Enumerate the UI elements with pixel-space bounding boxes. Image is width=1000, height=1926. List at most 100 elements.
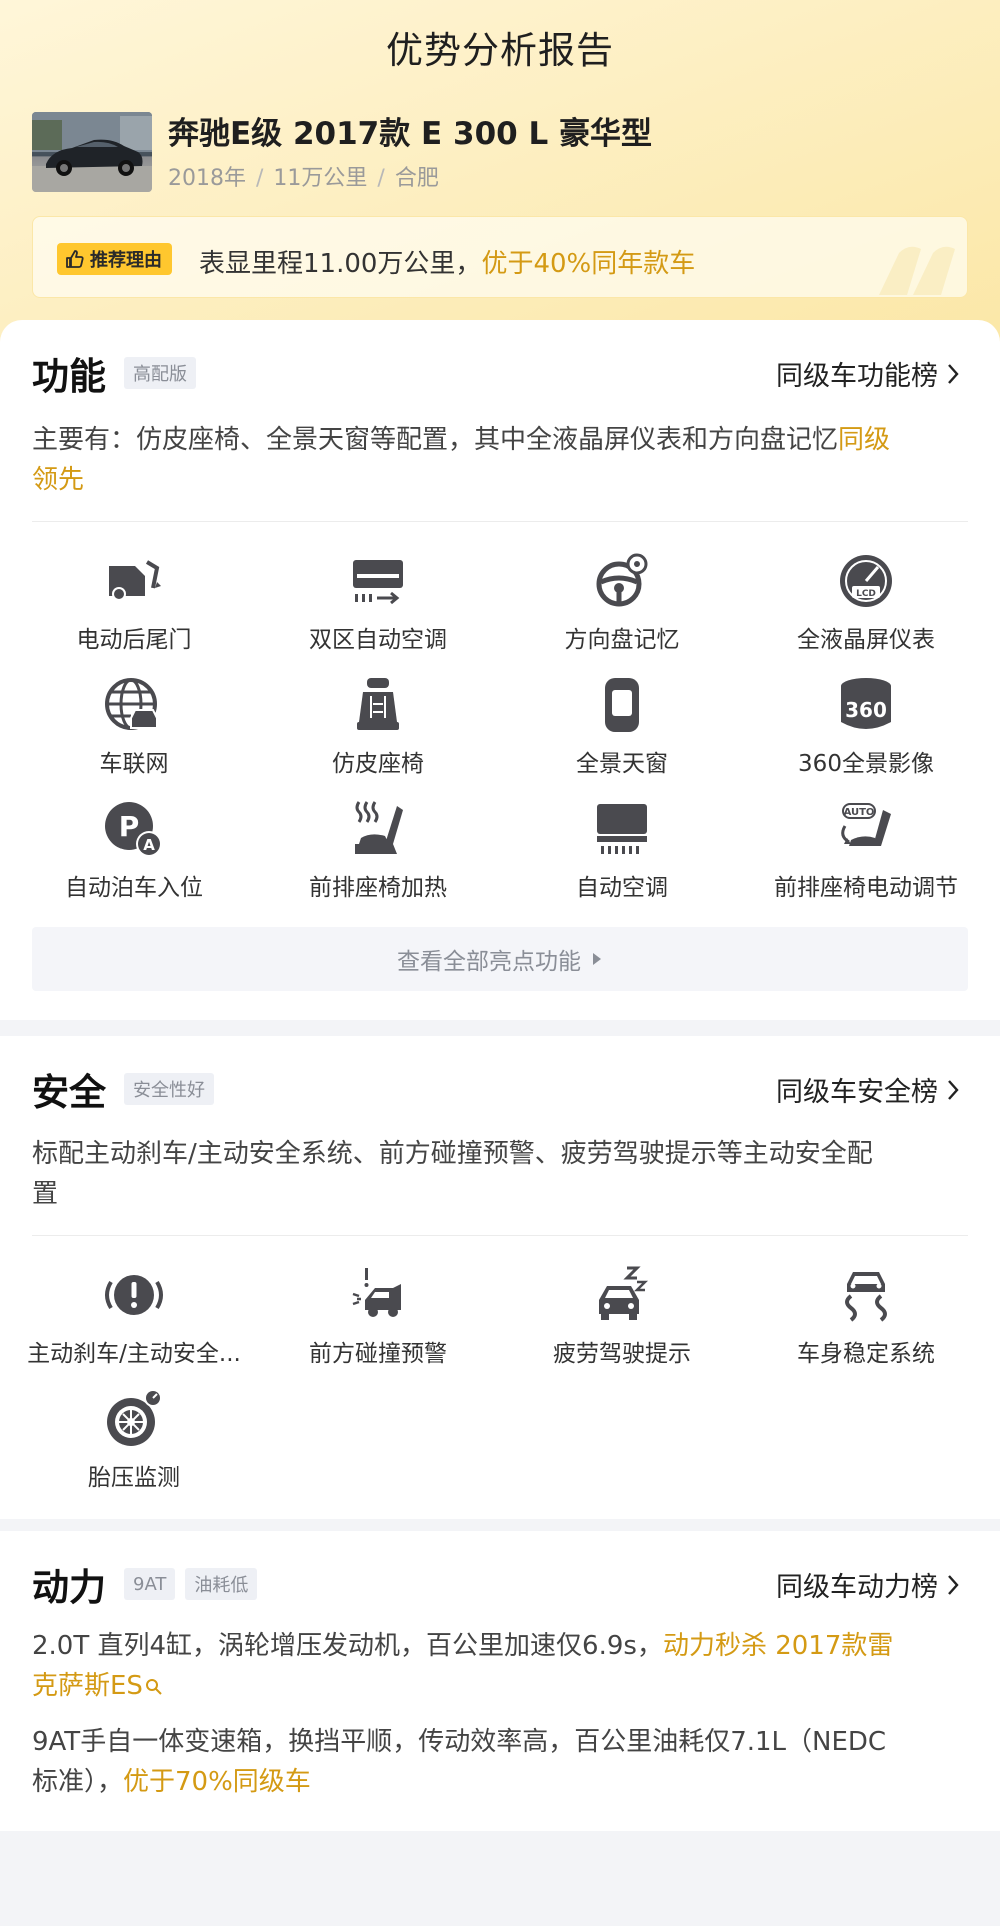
safety-rank-link[interactable]: 同级车安全榜 bbox=[776, 1070, 960, 1109]
feature-item[interactable]: 胎压监测 bbox=[12, 1388, 256, 1492]
feature-label: 疲劳驾驶提示 bbox=[553, 1341, 691, 1367]
power-compare-model[interactable]: 克萨斯ES bbox=[32, 1671, 143, 1701]
power-tailgate-icon bbox=[109, 560, 161, 601]
safety-desc-line1: 标配主动刹车/主动安全系统、前方碰撞预警、疲劳驾驶提示等主动安全配 bbox=[32, 1139, 873, 1169]
feature-item[interactable]: 360 360全景影像 bbox=[744, 674, 988, 778]
feature-label: 车联网 bbox=[99, 751, 169, 777]
feature-label: 自动泊车入位 bbox=[65, 875, 203, 901]
feature-item[interactable]: 前排座椅加热 bbox=[256, 798, 500, 902]
safety-header: 安全 安全性好 bbox=[32, 1062, 214, 1116]
power-rank-link[interactable]: 同级车动力榜 bbox=[776, 1565, 960, 1604]
function-description: 主要有：仿皮座椅、全景天窗等配置，其中全液晶屏仪表和方向盘记忆同级 领先 bbox=[32, 420, 968, 500]
feature-item[interactable]: 方向盘记忆 bbox=[500, 550, 744, 654]
feature-item[interactable]: LCD 全液晶屏仪表 bbox=[744, 550, 988, 654]
recommend-text-main: 表显里程11.00万公里， bbox=[199, 249, 482, 279]
safety-rank-label: 同级车安全榜 bbox=[776, 1077, 938, 1108]
feature-label: 主动刹车/主动安全... bbox=[27, 1341, 241, 1367]
svg-text:360: 360 bbox=[845, 698, 887, 722]
feature-item[interactable]: 仿皮座椅 bbox=[256, 674, 500, 778]
feature-item[interactable]: 车身稳定系统 bbox=[744, 1264, 988, 1368]
chevron-right-icon bbox=[948, 1079, 959, 1100]
chevron-right-icon bbox=[948, 1574, 959, 1595]
power-tag-fuel: 油耗低 bbox=[185, 1568, 258, 1600]
car-meta: 2018年/11万公里 / 合肥 bbox=[168, 166, 439, 191]
feature-label: 360全景影像 bbox=[798, 751, 934, 777]
feature-label: 前方碰撞预警 bbox=[309, 1341, 447, 1367]
power-transmission-description: 9AT手自一体变速箱，换挡平顺，传动效率高，百公里油耗仅7.1L（NEDC 标准）… bbox=[32, 1722, 968, 1802]
stability-control-icon bbox=[845, 1272, 887, 1322]
power-fuel-highlight: 优于70%同级车 bbox=[123, 1767, 311, 1797]
feature-label: 双区自动空调 bbox=[309, 627, 447, 653]
function-divider bbox=[32, 521, 968, 522]
feature-item[interactable]: 电动后尾门 bbox=[12, 550, 256, 654]
feature-item[interactable]: P A 自动泊车入位 bbox=[12, 798, 256, 902]
power-engine-text: 2.0T 直列4缸，涡轮增压发动机，百公里加速仅6.9s， bbox=[32, 1631, 663, 1661]
feature-label: 胎压监测 bbox=[88, 1465, 180, 1491]
function-rank-link[interactable]: 同级车功能榜 bbox=[776, 354, 960, 393]
safety-section: 安全 安全性好 同级车安全榜 标配主动刹车/主动安全系统、前方碰撞预警、疲劳驾驶… bbox=[0, 1036, 1000, 1519]
feature-item[interactable]: 双区自动空调 bbox=[256, 550, 500, 654]
safety-divider bbox=[32, 1235, 968, 1236]
power-header: 动力 9AT 油耗低 bbox=[32, 1557, 258, 1611]
car-mileage: 11万公里 bbox=[273, 166, 368, 191]
search-icon[interactable] bbox=[145, 1678, 163, 1696]
caret-right-icon bbox=[593, 953, 601, 965]
recommend-badge-label: 推荐理由 bbox=[90, 250, 162, 271]
car-name: 奔驰E级 2017款 E 300 L 豪华型 bbox=[168, 116, 653, 152]
recommend-text-highlight: 优于40%同年款车 bbox=[481, 249, 696, 279]
feature-label: 前排座椅电动调节 bbox=[774, 875, 958, 901]
feature-label: 仿皮座椅 bbox=[332, 751, 424, 777]
feature-item[interactable]: 前方碰撞预警 bbox=[256, 1264, 500, 1368]
page-title: 优势分析报告 bbox=[386, 29, 614, 72]
feature-label: 全液晶屏仪表 bbox=[797, 627, 935, 653]
recommend-text: 表显里程11.00万公里，优于40%同年款车 bbox=[199, 243, 695, 280]
connected-car-icon bbox=[105, 678, 158, 730]
collision-warning-icon bbox=[352, 1268, 401, 1317]
power-standard-text: 标准）， bbox=[32, 1767, 124, 1797]
safety-desc-line2: 置 bbox=[32, 1179, 59, 1209]
leather-seat-icon bbox=[357, 678, 399, 730]
function-desc-highlight-2: 领先 bbox=[32, 465, 85, 495]
feature-item[interactable]: AUTO 前排座椅电动调节 bbox=[744, 798, 988, 902]
function-header: 功能 高配版 bbox=[32, 346, 196, 400]
feature-label: 车身稳定系统 bbox=[797, 1341, 935, 1367]
car-photo-icon bbox=[32, 112, 152, 192]
active-brake-icon bbox=[105, 1275, 163, 1315]
lcd-dashboard-icon: LCD bbox=[840, 555, 892, 607]
power-transmission-text: 9AT手自一体变速箱，换挡平顺，传动效率高，百公里油耗仅7.1L（NEDC bbox=[32, 1727, 887, 1757]
safety-title: 安全 bbox=[32, 1071, 106, 1114]
function-title: 功能 bbox=[32, 355, 106, 398]
safety-description: 标配主动刹车/主动安全系统、前方碰撞预警、疲劳驾驶提示等主动安全配置 bbox=[32, 1134, 968, 1214]
power-rank-label: 同级车动力榜 bbox=[776, 1572, 938, 1603]
power-seat-icon: AUTO bbox=[841, 803, 891, 846]
recommend-badge: 推荐理由 bbox=[57, 243, 172, 275]
panoramic-sunroof-icon bbox=[605, 678, 639, 732]
seat-heating-icon bbox=[355, 801, 403, 854]
feature-item[interactable]: 自动空调 bbox=[500, 798, 744, 902]
power-section: 动力 9AT 油耗低 同级车动力榜 2.0T 直列4缸，涡轮增压发动机，百公里加… bbox=[0, 1531, 1000, 1831]
360-camera-icon: 360 bbox=[841, 678, 891, 729]
dual-zone-ac-icon bbox=[353, 560, 403, 605]
feature-item[interactable]: 主动刹车/主动安全... bbox=[12, 1264, 256, 1368]
power-compare-link[interactable]: 动力秒杀 2017款雷 bbox=[663, 1631, 893, 1661]
thumbs-up-icon bbox=[66, 250, 84, 268]
feature-item[interactable]: 全景天窗 bbox=[500, 674, 744, 778]
feature-label: 全景天窗 bbox=[576, 751, 668, 777]
feature-item[interactable]: 疲劳驾驶提示 bbox=[500, 1264, 744, 1368]
view-all-label: 查看全部亮点功能 bbox=[397, 949, 581, 975]
view-all-features-button[interactable]: 查看全部亮点功能 bbox=[32, 927, 968, 991]
svg-text:A: A bbox=[143, 836, 155, 854]
feature-label: 方向盘记忆 bbox=[564, 627, 680, 653]
function-tag: 高配版 bbox=[124, 357, 196, 389]
feature-item[interactable]: 车联网 bbox=[12, 674, 256, 778]
steering-memory-icon bbox=[596, 553, 648, 607]
function-section: 功能 高配版 同级车功能榜 主要有：仿皮座椅、全景天窗等配置，其中全液晶屏仪表和… bbox=[0, 320, 1000, 1020]
chevron-right-icon bbox=[948, 363, 959, 384]
car-thumbnail[interactable] bbox=[32, 112, 152, 192]
function-desc-text: 主要有：仿皮座椅、全景天窗等配置，其中全液晶屏仪表和方向盘记忆 bbox=[32, 425, 839, 455]
power-engine-description: 2.0T 直列4缸，涡轮增压发动机，百公里加速仅6.9s，动力秒杀 2017款雷… bbox=[32, 1626, 968, 1706]
power-tag-transmission: 9AT bbox=[124, 1568, 176, 1600]
feature-label: 自动空调 bbox=[576, 875, 668, 901]
recommend-reason-box: 推荐理由 表显里程11.00万公里，优于40%同年款车 bbox=[32, 216, 968, 298]
car-city: 合肥 bbox=[394, 166, 439, 191]
